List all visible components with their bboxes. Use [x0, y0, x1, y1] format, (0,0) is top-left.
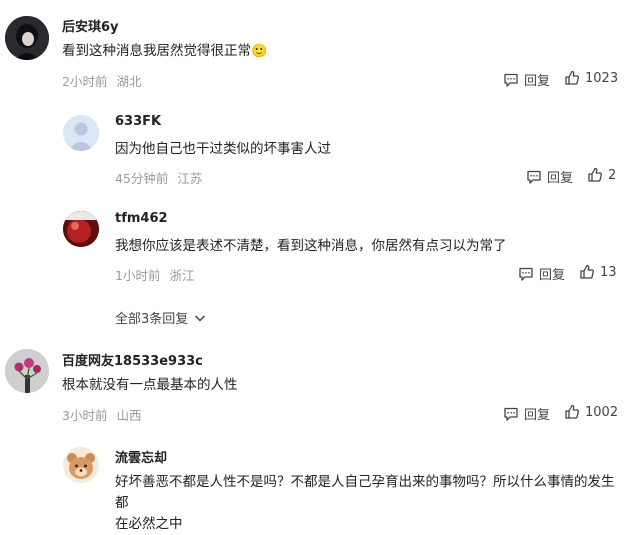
reply-button[interactable]: 回复 [526, 167, 573, 186]
timestamp: 1小时前 [115, 268, 161, 283]
comment-author[interactable]: 流雲忘却 [115, 447, 167, 466]
chevron-down-icon [195, 314, 206, 322]
comment-text: 好坏善恶不都是人性不是吗？不都是人自己孕育出来的事物吗？所以什么事情的发生都 在… [115, 474, 615, 532]
thumbs-up-icon [565, 404, 579, 419]
like-count: 13 [600, 264, 617, 280]
reply-button[interactable]: 回复 [518, 264, 565, 283]
location: 江苏 [177, 171, 203, 186]
timestamp: 3小时前 [62, 408, 108, 423]
avatar[interactable] [63, 115, 99, 151]
thumbs-up-icon [580, 264, 594, 279]
reply-icon [504, 407, 518, 421]
comment-meta: 2小时前 湖北 [62, 71, 150, 90]
like-count: 2 [608, 167, 617, 183]
reply-button[interactable]: 回复 [503, 70, 550, 89]
avatar[interactable] [63, 447, 99, 483]
reply-icon [527, 170, 541, 184]
location: 山西 [116, 408, 142, 423]
smile-emoji: 🙂 [251, 44, 268, 59]
like-count: 1002 [585, 404, 619, 420]
like-button[interactable]: 1023 [564, 70, 618, 86]
expand-replies-button[interactable]: 全部3条回复 [115, 308, 207, 327]
avatar[interactable] [5, 16, 49, 60]
thumbs-up-icon [588, 167, 602, 182]
comment-author[interactable]: tfm462 [115, 211, 168, 226]
location: 浙江 [169, 268, 195, 283]
comment-author[interactable]: 后安琪6y [62, 16, 119, 35]
comment-text: 看到这种消息我居然觉得很正常🙂 [62, 43, 268, 59]
like-count: 1023 [585, 70, 619, 86]
comment-meta: 1小时前 浙江 [115, 265, 203, 284]
avatar[interactable] [63, 211, 99, 247]
comment-author[interactable]: 百度网友18533e933c [62, 350, 203, 369]
reply-icon [504, 73, 518, 87]
comment-meta: 3小时前 山西 [62, 405, 150, 424]
like-button[interactable]: 1002 [564, 404, 618, 420]
like-button[interactable]: 2 [587, 167, 616, 183]
like-button[interactable]: 13 [579, 264, 617, 280]
avatar[interactable] [5, 349, 49, 393]
comment-text: 因为他自己也干过类似的坏事害人过 [115, 141, 331, 157]
timestamp: 45分钟前 [115, 171, 169, 186]
thumbs-up-icon [565, 70, 579, 85]
timestamp: 2小时前 [62, 74, 108, 89]
reply-icon [519, 267, 533, 281]
comment-text: 根本就没有一点最基本的人性 [62, 377, 238, 393]
comment-meta: 45分钟前 江苏 [115, 168, 211, 187]
comment-author[interactable]: 633FK [115, 114, 161, 129]
comment-text: 我想你应该是表述不清楚，看到这种消息，你居然有点习以为常了 [115, 238, 507, 254]
location: 湖北 [116, 74, 142, 89]
reply-button[interactable]: 回复 [503, 404, 550, 423]
